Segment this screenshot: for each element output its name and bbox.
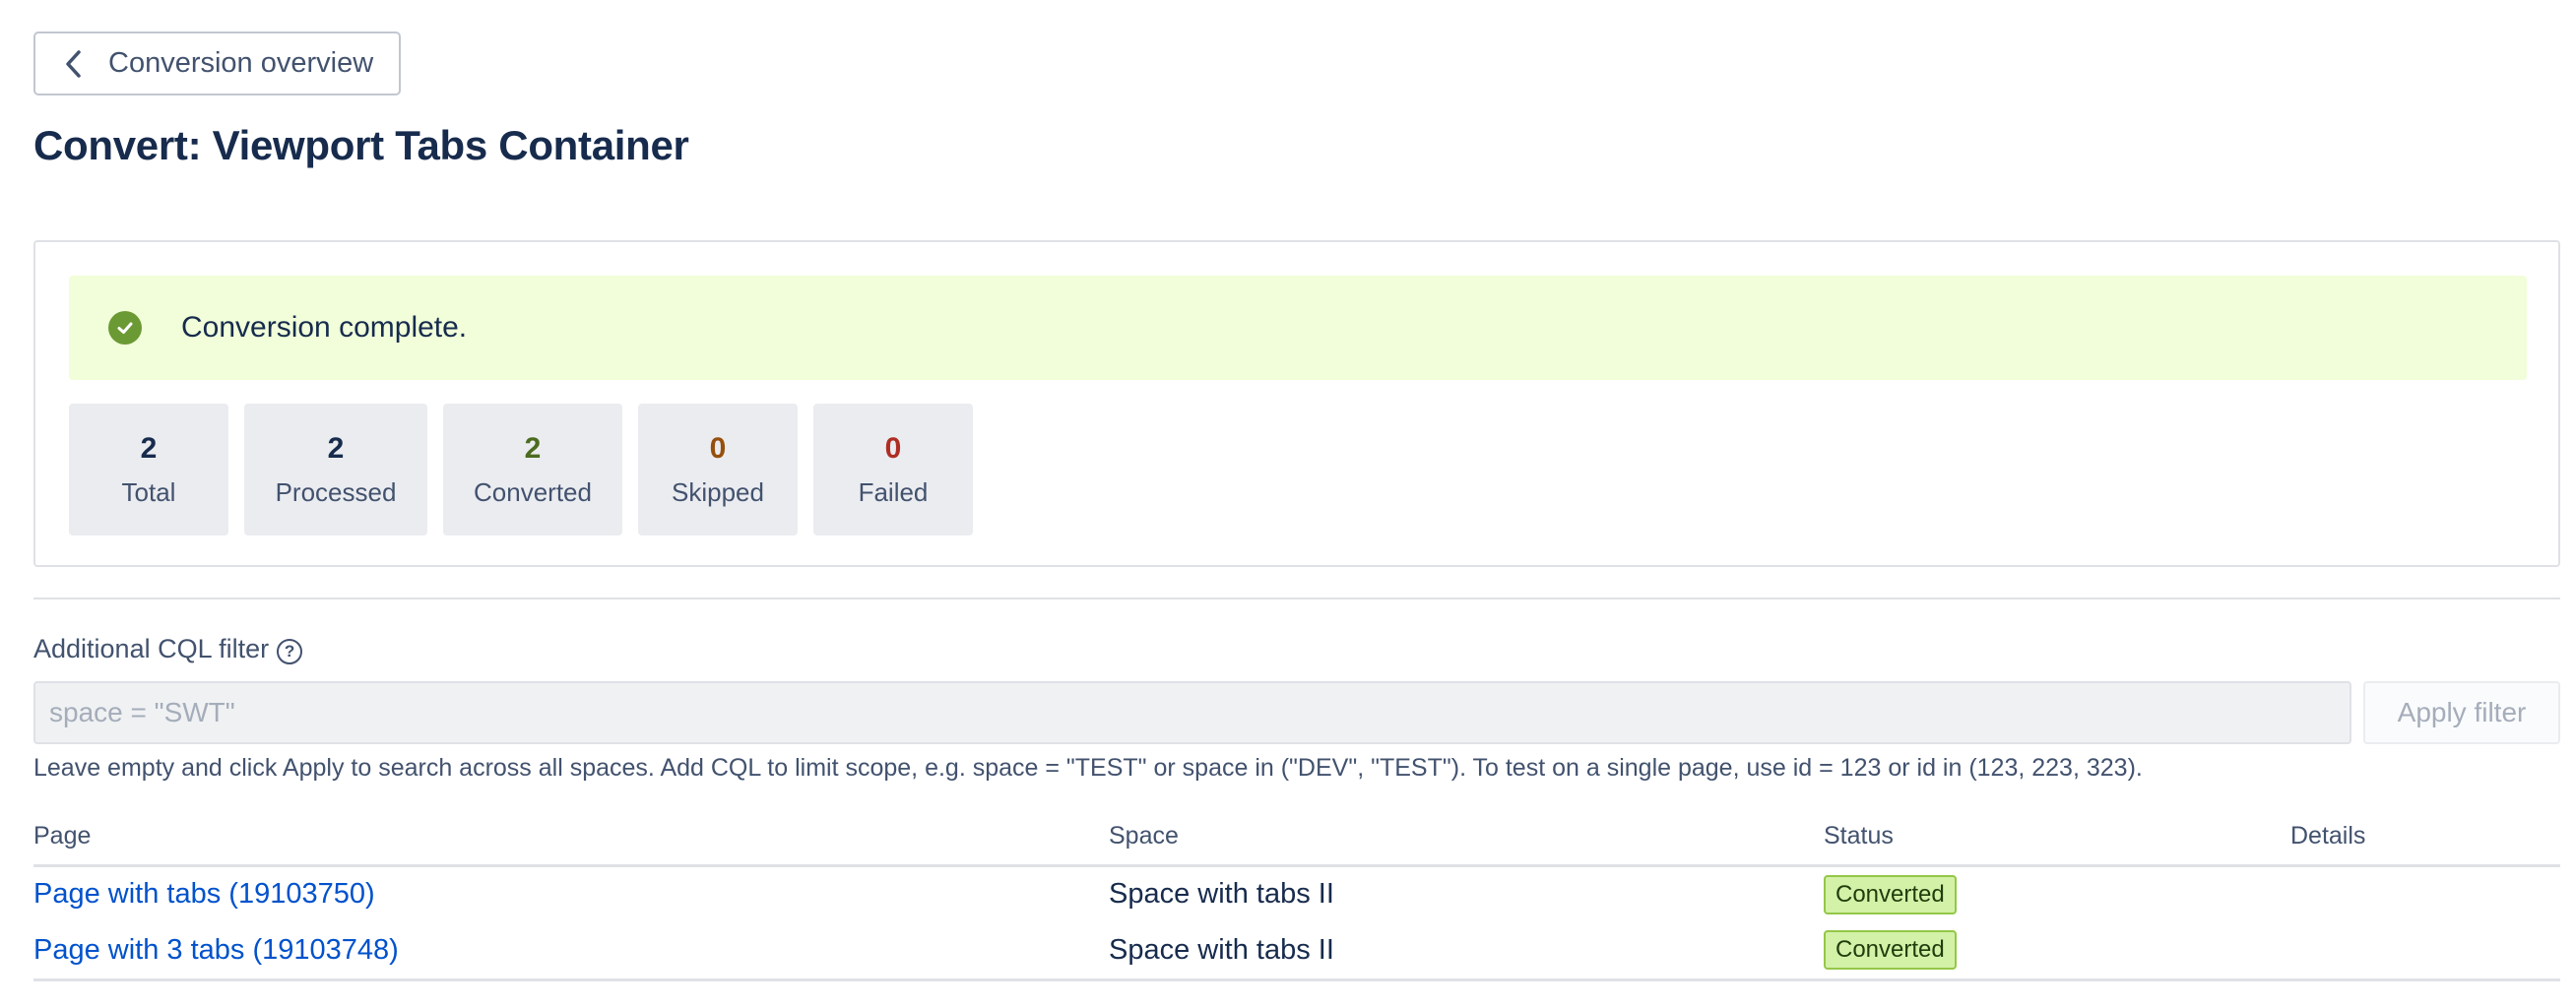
stat-processed: 2 Processed (244, 404, 427, 536)
cell-details (2290, 865, 2560, 922)
stat-total-label: Total (121, 476, 176, 507)
stat-converted: 2 Converted (443, 404, 622, 536)
cell-page: Page with tabs (19103750) (33, 865, 1109, 922)
column-header-details[interactable]: Details (2290, 822, 2560, 867)
success-banner: Conversion complete. (69, 276, 2527, 380)
status-badge: Converted (1824, 874, 1957, 914)
stat-converted-value: 2 (524, 431, 542, 465)
cell-status: Converted (1824, 922, 2290, 981)
stat-skipped-value: 0 (709, 431, 727, 465)
column-header-space[interactable]: Space (1109, 822, 1824, 867)
cell-details (2290, 922, 2560, 981)
cell-status: Converted (1824, 865, 2290, 922)
stat-failed: 0 Failed (813, 404, 973, 536)
cell-space: Space with tabs II (1109, 922, 1824, 981)
cql-filter-label-text: Additional CQL filter (33, 634, 270, 663)
chevron-left-icon (66, 49, 81, 78)
table-row: Page with 3 tabs (19103748) Space with t… (33, 922, 2560, 981)
cell-page: Page with 3 tabs (19103748) (33, 922, 1109, 981)
stat-total-value: 2 (140, 431, 158, 465)
cql-filter-help-text: Leave empty and click Apply to search ac… (33, 754, 2143, 782)
stat-converted-label: Converted (474, 476, 592, 507)
apply-filter-button[interactable]: Apply filter (2363, 681, 2560, 744)
question-circle-icon[interactable]: ? (277, 638, 303, 664)
column-header-page[interactable]: Page (33, 822, 1109, 867)
cql-filter-label: Additional CQL filter ? (33, 634, 303, 664)
back-to-overview-button[interactable]: Conversion overview (33, 32, 401, 95)
page-title: Convert: Viewport Tabs Container (33, 122, 689, 168)
cell-space: Space with tabs II (1109, 878, 1334, 911)
stat-total: 2 Total (69, 404, 228, 536)
page-link[interactable]: Page with tabs (19103750) (33, 878, 375, 910)
stat-skipped: 0 Skipped (638, 404, 798, 536)
page-link[interactable]: Page with 3 tabs (19103748) (33, 934, 399, 966)
check-circle-icon (108, 311, 142, 345)
stat-processed-label: Processed (275, 476, 397, 507)
stat-failed-label: Failed (858, 476, 929, 507)
stat-processed-value: 2 (327, 431, 345, 465)
page: Conversion overview Convert: Viewport Ta… (0, 0, 2576, 1008)
stat-failed-value: 0 (884, 431, 902, 465)
status-badge: Converted (1824, 930, 1957, 971)
stat-skipped-label: Skipped (672, 476, 764, 507)
results-table: Page Space Status Details Page with tabs… (33, 822, 2560, 981)
table-header-row: Page Space Status Details (33, 822, 2560, 867)
column-header-status[interactable]: Status (1824, 822, 2290, 867)
back-button-label: Conversion overview (108, 47, 374, 79)
stats-row: 2 Total 2 Processed 2 Converted 0 Skippe… (69, 404, 973, 536)
cql-filter-input[interactable] (33, 681, 2351, 744)
success-message: Conversion complete. (181, 311, 468, 344)
table-row: Page with tabs (19103750) Space with tab… (33, 865, 2560, 922)
conversion-status-panel: Conversion complete. 2 Total 2 Processed… (33, 240, 2560, 567)
section-divider (33, 598, 2560, 599)
